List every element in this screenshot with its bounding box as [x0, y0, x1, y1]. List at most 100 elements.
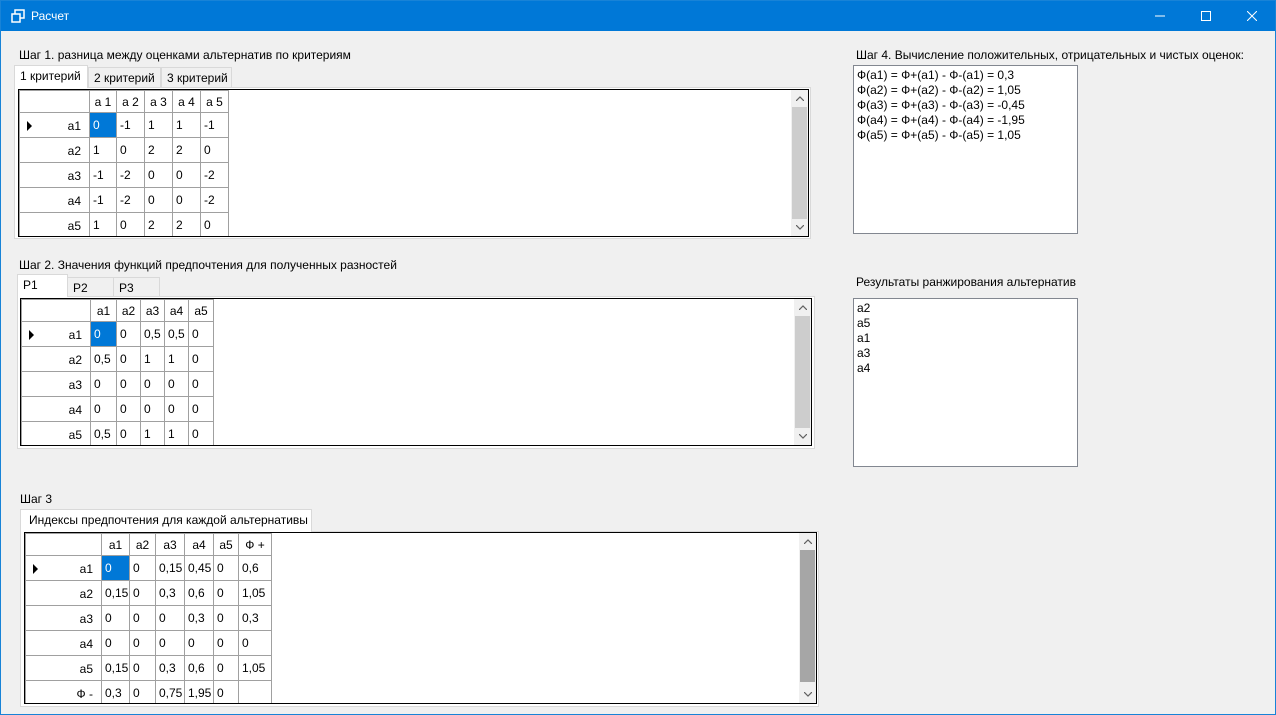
table-cell[interactable]: 1	[164, 346, 189, 372]
table-row[interactable]: а1 0 0 0,5 0,5 0	[21, 321, 214, 347]
table-cell[interactable]: 0	[200, 212, 229, 236]
table-cell[interactable]: 1	[144, 112, 173, 138]
scroll-down-arrow[interactable]	[799, 686, 816, 703]
vertical-scrollbar[interactable]	[799, 533, 816, 703]
table-cell[interactable]: 0	[140, 396, 165, 422]
column-header[interactable]: а 2	[116, 90, 145, 113]
table-cell[interactable]: 0	[116, 212, 145, 236]
scroll-down-arrow[interactable]	[794, 428, 811, 445]
table-cell[interactable]: 0,15	[101, 655, 130, 681]
table-row[interactable]: а2 0,15 0 0,3 0,6 0 1,05	[25, 580, 272, 606]
table-cell[interactable]: 0	[164, 396, 189, 422]
row-header[interactable]: а2	[21, 346, 91, 372]
table-cell[interactable]: 1,95	[184, 680, 214, 703]
table-cell[interactable]: -1	[89, 162, 117, 188]
column-header[interactable]: а 5	[200, 90, 229, 113]
table-cell[interactable]: 0	[129, 555, 156, 581]
row-header[interactable]: а5	[19, 212, 90, 236]
table-cell[interactable]: 1	[140, 346, 165, 372]
tab-preference-indices[interactable]: Индексы предпочтения для каждой альтерна…	[20, 509, 312, 532]
table-cell[interactable]: 0	[188, 346, 214, 372]
table-cell[interactable]: 0	[90, 396, 117, 422]
table-cell[interactable]: 0	[116, 396, 141, 422]
table-cell[interactable]: 2	[144, 137, 173, 163]
row-header[interactable]: а1	[19, 112, 90, 138]
row-header[interactable]: а1	[21, 321, 91, 347]
table-cell[interactable]: 1,05	[238, 655, 272, 681]
scroll-up-arrow[interactable]	[799, 533, 816, 550]
scroll-thumb[interactable]	[795, 316, 810, 428]
row-header[interactable]: а5	[21, 421, 91, 445]
table-cell[interactable]: 0	[116, 421, 141, 445]
table-cell[interactable]: 0	[188, 321, 214, 347]
table-cell[interactable]: 0	[129, 680, 156, 703]
tab-criterion-2[interactable]: 2 критерий	[88, 67, 161, 88]
scroll-thumb[interactable]	[792, 107, 807, 219]
table-cell[interactable]: 0	[213, 605, 239, 631]
table-cell[interactable]: 0	[144, 187, 173, 213]
table-cell[interactable]: 1	[89, 137, 117, 163]
table-cell[interactable]: 0	[184, 630, 214, 656]
minimize-button[interactable]	[1137, 1, 1183, 31]
row-header[interactable]: Ф -	[25, 680, 102, 703]
step3-data-grid[interactable]: а1 а2 а3 а4 а5 Ф + а1 0 0 0,15 0,45 0 0,…	[24, 532, 817, 704]
table-cell[interactable]: 0	[155, 630, 185, 656]
table-cell[interactable]: 0	[129, 655, 156, 681]
table-cell[interactable]: 1,05	[238, 580, 272, 606]
table-cell[interactable]: 0	[172, 162, 201, 188]
row-header[interactable]: а5	[25, 655, 102, 681]
column-header[interactable]: а1	[90, 299, 117, 322]
table-cell[interactable]: 0	[213, 555, 239, 581]
row-header[interactable]: а3	[21, 371, 91, 397]
table-cell[interactable]: 0	[90, 371, 117, 397]
row-header[interactable]: а4	[19, 187, 90, 213]
row-header[interactable]: а1	[25, 555, 102, 581]
table-cell[interactable]: 0	[101, 605, 130, 631]
column-header[interactable]: а4	[184, 533, 214, 556]
row-header[interactable]: а3	[25, 605, 102, 631]
table-cell[interactable]: 0,6	[184, 655, 214, 681]
table-cell[interactable]: 0	[101, 630, 130, 656]
table-cell[interactable]: 0,6	[184, 580, 214, 606]
table-row[interactable]: а1 0 0 0,15 0,45 0 0,6	[25, 555, 272, 581]
column-header[interactable]: а3	[155, 533, 185, 556]
table-cell[interactable]: 0	[144, 162, 173, 188]
column-header[interactable]: а3	[140, 299, 165, 322]
table-cell[interactable]: 0	[155, 605, 185, 631]
table-cell[interactable]: 2	[144, 212, 173, 236]
table-cell[interactable]: 0,45	[184, 555, 214, 581]
table-cell[interactable]: 0	[89, 112, 117, 138]
table-cell[interactable]: 0	[129, 605, 156, 631]
scroll-down-arrow[interactable]	[791, 219, 808, 236]
table-cell[interactable]: -1	[89, 187, 117, 213]
table-cell[interactable]: 0,3	[155, 580, 185, 606]
table-cell[interactable]: 0	[213, 580, 239, 606]
table-cell[interactable]: 0	[213, 680, 239, 703]
table-cell[interactable]: 0	[200, 137, 229, 163]
table-cell[interactable]: 0	[116, 321, 141, 347]
table-row[interactable]: а2 0,5 0 1 1 0	[21, 346, 214, 372]
table-cell[interactable]: 0	[116, 137, 145, 163]
column-header[interactable]: а4	[164, 299, 189, 322]
column-header[interactable]: а1	[101, 533, 130, 556]
step1-data-grid[interactable]: а 1 а 2 а 3 а 4 а 5 а1 0 -1 1 1 -1 а2 1	[18, 89, 809, 237]
table-row[interactable]: а5 1 0 2 2 0	[19, 212, 229, 236]
table-row[interactable]: а2 1 0 2 2 0	[19, 137, 229, 163]
scroll-up-arrow[interactable]	[791, 90, 808, 107]
table-cell[interactable]: 1	[172, 112, 201, 138]
table-cell[interactable]: 2	[172, 212, 201, 236]
vertical-scrollbar[interactable]	[791, 90, 808, 236]
table-cell[interactable]: 0,3	[238, 605, 272, 631]
table-row[interactable]: а1 0 -1 1 1 -1	[19, 112, 229, 138]
table-row[interactable]: а4 0 0 0 0 0	[21, 396, 214, 422]
tab-p3[interactable]: P3	[113, 277, 160, 298]
column-header[interactable]: а 4	[172, 90, 201, 113]
column-header[interactable]: а5	[213, 533, 239, 556]
tab-criterion-1[interactable]: 1 критерий	[14, 65, 88, 88]
scroll-up-arrow[interactable]	[794, 299, 811, 316]
table-cell[interactable]: 0,75	[155, 680, 185, 703]
tab-p1[interactable]: P1	[17, 274, 68, 297]
table-cell[interactable]: 0	[188, 371, 214, 397]
table-row[interactable]: а5 0,5 0 1 1 0	[21, 421, 214, 445]
close-button[interactable]	[1229, 1, 1275, 31]
